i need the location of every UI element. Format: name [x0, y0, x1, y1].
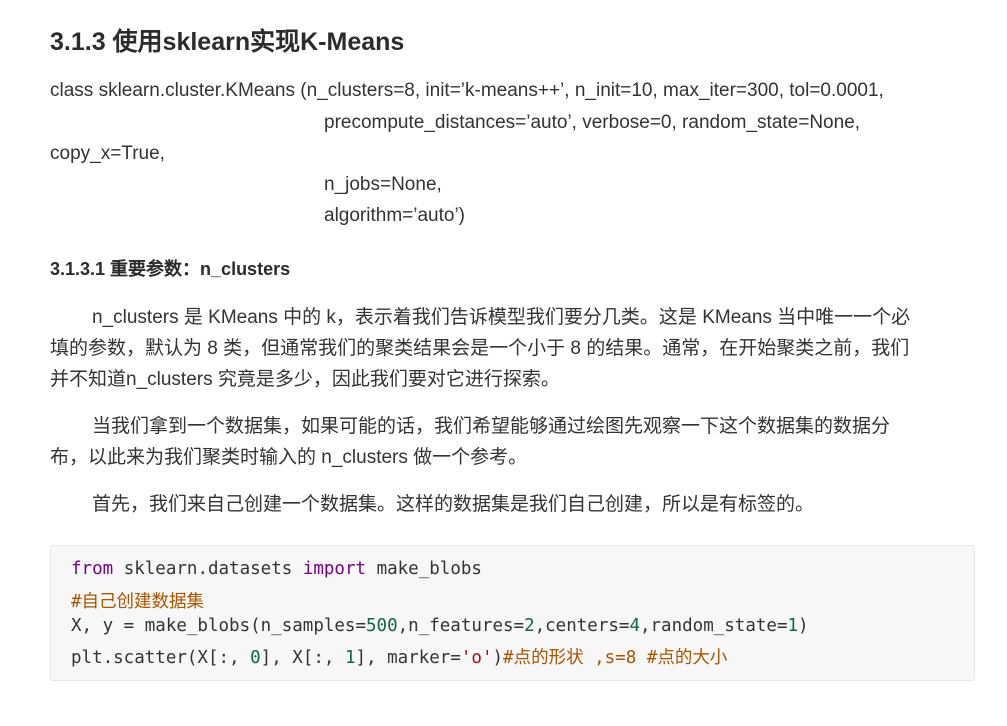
code-text: ) [492, 648, 504, 668]
code-text: ], X[:, [260, 648, 345, 668]
code-keyword: from [71, 559, 114, 579]
paragraph-1: n_clusters 是 KMeans 中的 k，表示着我们告诉模型我们要分几类… [50, 302, 975, 395]
subsection-heading: 3.1.3.1 重要参数：n_clusters [50, 259, 291, 279]
code-text: ,n_features= [397, 616, 525, 636]
code-text: ,random_state= [639, 616, 788, 636]
signature-line-1: class sklearn.cluster.KMeans (n_clusters… [50, 80, 884, 101]
code-line-1: from sklearn.datasets import make_blobs [71, 559, 482, 579]
paragraph-line: 并不知道n_clusters 究竟是多少，因此我们要对它进行探索。 [50, 369, 560, 390]
code-line-3: X, y = make_blobs(n_samples=500,n_featur… [71, 616, 809, 636]
paragraph-line: 布，以此来为我们聚类时输入的 n_clusters 做一个参考。 [50, 447, 528, 468]
code-text: ], marker= [355, 648, 461, 668]
paragraph-line: 填的参数，默认为 8 类，但通常我们的聚类结果会是一个小于 8 的结果。通常，在… [50, 338, 910, 359]
paragraph-line: 首先，我们来自己创建一个数据集。这样的数据集是我们自己创建，所以是有标签的。 [92, 494, 815, 515]
code-text: X, y = make_blobs(n_samples= [71, 616, 367, 636]
paragraph-line: n_clusters 是 KMeans 中的 k，表示着我们告诉模型我们要分几类… [92, 307, 911, 328]
signature-line-4: n_jobs=None, [324, 174, 442, 195]
code-number: 2 [524, 616, 535, 636]
code-number: 1 [344, 648, 356, 668]
code-keyword: import [302, 559, 367, 579]
code-number: 4 [629, 616, 640, 636]
paragraph-line: 当我们拿到一个数据集，如果可能的话，我们希望能够通过绘图先观察一下这个数据集的数… [92, 416, 891, 437]
paragraph-3: 首先，我们来自己创建一个数据集。这样的数据集是我们自己创建，所以是有标签的。 [50, 489, 975, 520]
code-text: ,centers= [534, 616, 630, 636]
code-number: 0 [250, 648, 261, 668]
code-comment: #点的形状 ,s=8 #点的大小 [503, 648, 728, 668]
signature-line-3: copy_x=True, [50, 143, 165, 164]
code-number: 500 [366, 616, 398, 636]
code-text: sklearn.datasets [113, 559, 303, 579]
paragraph-2: 当我们拿到一个数据集，如果可能的话，我们希望能够通过绘图先观察一下这个数据集的数… [50, 411, 975, 473]
code-line-4: plt.scatter(X[:, 0], X[:, 1], marker='o'… [71, 644, 727, 669]
code-text: ) [798, 616, 809, 636]
signature-line-2: precompute_distances=’auto’, verbose=0, … [324, 112, 861, 133]
section-heading: 3.1.3 使用sklearn实现K-Means [50, 28, 405, 56]
code-number: 1 [787, 616, 799, 636]
code-text: plt.scatter(X[:, [71, 648, 251, 668]
code-string: 'o' [460, 648, 493, 668]
document-page: 3.1.3 使用sklearn实现K-Means class sklearn.c… [0, 0, 1007, 726]
code-line-2: #自己创建数据集 [71, 588, 204, 613]
code-block: from sklearn.datasets import make_blobs … [50, 545, 975, 681]
code-comment: #自己创建数据集 [71, 592, 205, 612]
signature-line-5: algorithm=’auto’) [324, 205, 465, 226]
code-text: make_blobs [366, 559, 482, 579]
